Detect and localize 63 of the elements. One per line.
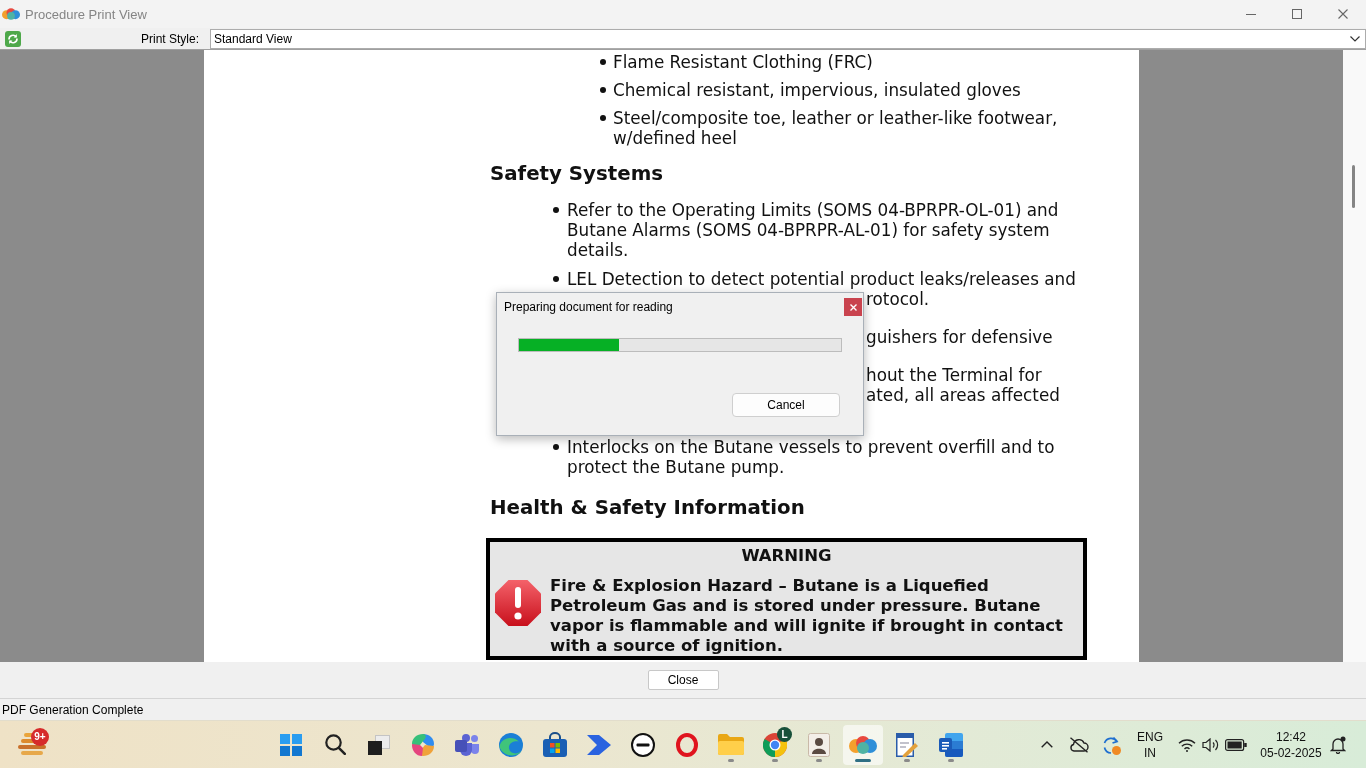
bullet-icon: [553, 207, 559, 213]
list-item-text: rotocol.: [866, 289, 930, 309]
cancel-button[interactable]: Cancel: [732, 393, 840, 417]
status-text: PDF Generation Complete: [2, 702, 144, 717]
blob-cluster-icon: [2, 8, 20, 20]
list-item-text: Steel/composite toe, leather or leather-like footwear, w/defined heel: [613, 108, 1059, 148]
circle-logo-icon[interactable]: [631, 732, 655, 757]
section-heading: Safety Systems: [490, 162, 665, 186]
warning-text: Fire & Explosion Hazard – Butane is a Liquefied Petroleum Gas and is stored under pressure. Butane vapor is flammable and will ignite if brought in contact with a source of ignition.: [550, 576, 1064, 656]
overlapping-windows-icon[interactable]: [368, 734, 390, 755]
taskbar-app-button[interactable]: L: [755, 724, 795, 765]
four-squares-icon[interactable]: [280, 733, 302, 756]
document-tile-icon[interactable]: [939, 732, 963, 757]
stop-sign-icon: [495, 580, 541, 626]
cloud-off-icon[interactable]: [1069, 736, 1089, 753]
print-style-label: Print Style:: [140, 31, 200, 46]
close-button[interactable]: Close: [647, 670, 719, 690]
section-heading: Health & Safety Information: [490, 496, 806, 520]
refresh-icon[interactable]: [5, 30, 21, 47]
sync-icon[interactable]: [1101, 734, 1121, 755]
caret-icon[interactable]: [1350, 35, 1360, 42]
chevron-up-icon[interactable]: [1041, 741, 1053, 748]
document-pen-icon[interactable]: [896, 732, 918, 757]
notification-bell-icon[interactable]: [1330, 735, 1346, 754]
list-item-text: hout the Terminal for: [866, 365, 1042, 385]
list-item-text: Chemical resistant, impervious, insulated gloves: [613, 80, 1021, 100]
profile-badge: L: [777, 726, 792, 742]
widget-button[interactable]: 9+: [14, 724, 50, 765]
list-item-text: ated, all areas affected: [866, 385, 1060, 405]
colorful-swirl-icon[interactable]: [411, 732, 435, 757]
chevron-arrow-icon[interactable]: [587, 734, 611, 755]
bullet-icon: [553, 276, 559, 282]
dialog-close-button[interactable]: [844, 298, 862, 316]
clock[interactable]: 12:42 05-02-2025: [1256, 728, 1326, 761]
bullet-icon: [600, 115, 606, 121]
window-title: Procedure Print View: [25, 6, 147, 22]
shopping-bag-icon[interactable]: [543, 732, 567, 757]
language-indicator[interactable]: ENG IN: [1131, 728, 1169, 761]
people-tile-icon[interactable]: [455, 733, 479, 756]
warning-title: WARNING: [740, 546, 833, 566]
count-badge: 9+: [31, 727, 49, 746]
wifi-icon[interactable]: [1178, 737, 1196, 752]
close-icon[interactable]: [1338, 9, 1348, 19]
wave-circle-icon[interactable]: [499, 732, 523, 757]
print-style-dropdown[interactable]: Standard View: [210, 28, 1366, 49]
list-item-text: guishers for defensive: [866, 327, 1053, 347]
bullet-icon: [553, 444, 559, 450]
bullet-icon: [600, 87, 606, 93]
dialog-title: Preparing document for reading: [504, 300, 673, 314]
scrollbar-thumb[interactable]: [1352, 165, 1355, 208]
list-item-text: LEL Detection to detect potential product leaks/releases and: [567, 269, 1076, 289]
list-item-text: Interlocks on the Butane vessels to prevent overfill and to protect the Butane pump.: [567, 437, 1056, 477]
battery-icon[interactable]: [1224, 738, 1247, 751]
ring-icon[interactable]: [676, 732, 698, 757]
list-item-text: Refer to the Operating Limits (SOMS 04-BPRPR-OL-01) and Butane Alarms (SOMS 04-BPRPR-AL-01) for safety system details.: [567, 200, 1060, 260]
maximize-icon[interactable]: [1292, 9, 1302, 19]
framed-portrait-icon[interactable]: [808, 732, 830, 757]
minimize-icon[interactable]: [1246, 13, 1256, 15]
volume-icon[interactable]: [1202, 737, 1220, 752]
list-item-text: Flame Resistant Clothing (FRC): [613, 52, 873, 72]
blob-cluster-icon[interactable]: [849, 735, 877, 754]
search-icon[interactable]: [324, 734, 346, 755]
bullet-icon: [600, 59, 606, 65]
